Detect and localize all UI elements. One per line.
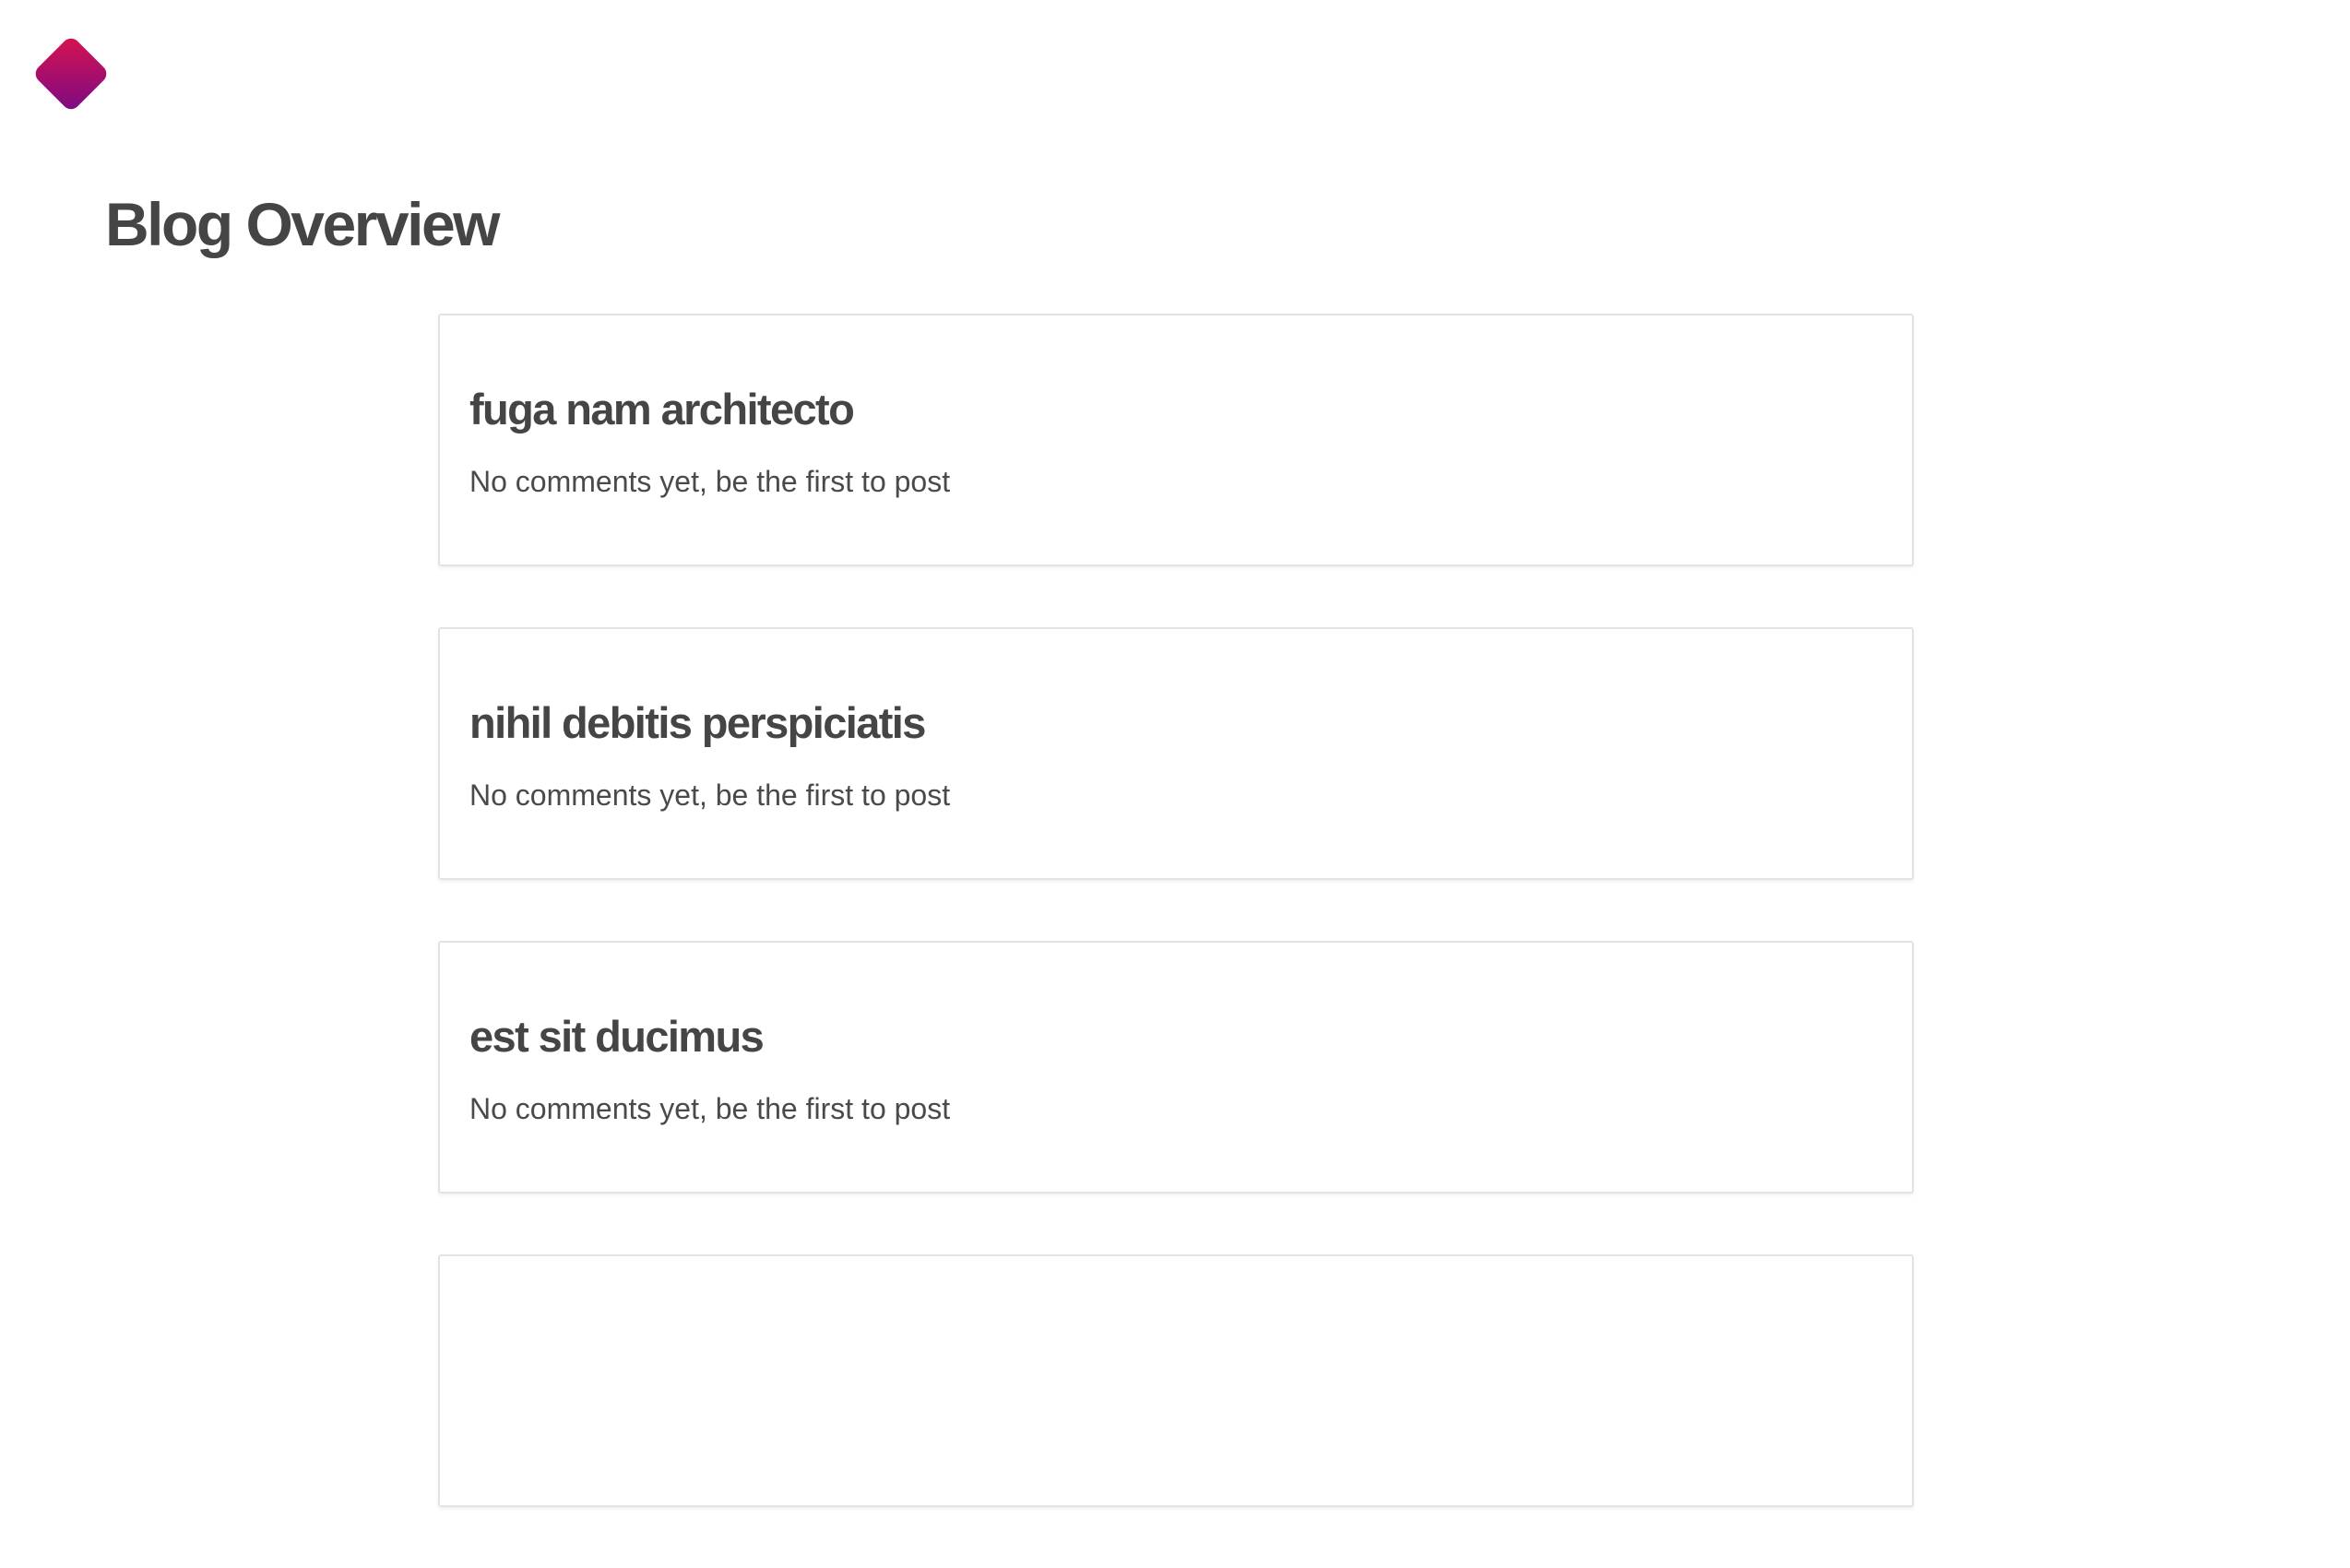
diamond-logo-icon[interactable]: [25, 28, 117, 120]
post-title[interactable]: fuga nam architecto: [469, 382, 1912, 437]
post-list: fuga nam architecto No comments yet, be …: [438, 314, 1914, 1568]
post-card[interactable]: [438, 1254, 1914, 1507]
post-title[interactable]: nihil debitis perspiciatis: [469, 695, 1912, 751]
post-title[interactable]: est sit ducimus: [469, 1009, 1912, 1064]
post-comments-status: No comments yet, be the first to post: [469, 778, 951, 812]
logo-graphic: [35, 38, 107, 110]
post-comments-status: No comments yet, be the first to post: [469, 1092, 951, 1125]
post-comments-status: No comments yet, be the first to post: [469, 465, 951, 498]
page-title: Blog Overview: [105, 190, 501, 258]
post-card[interactable]: nihil debitis perspiciatis No comments y…: [438, 627, 1914, 880]
post-card[interactable]: fuga nam architecto No comments yet, be …: [438, 314, 1914, 566]
post-card[interactable]: est sit ducimus No comments yet, be the …: [438, 941, 1914, 1194]
